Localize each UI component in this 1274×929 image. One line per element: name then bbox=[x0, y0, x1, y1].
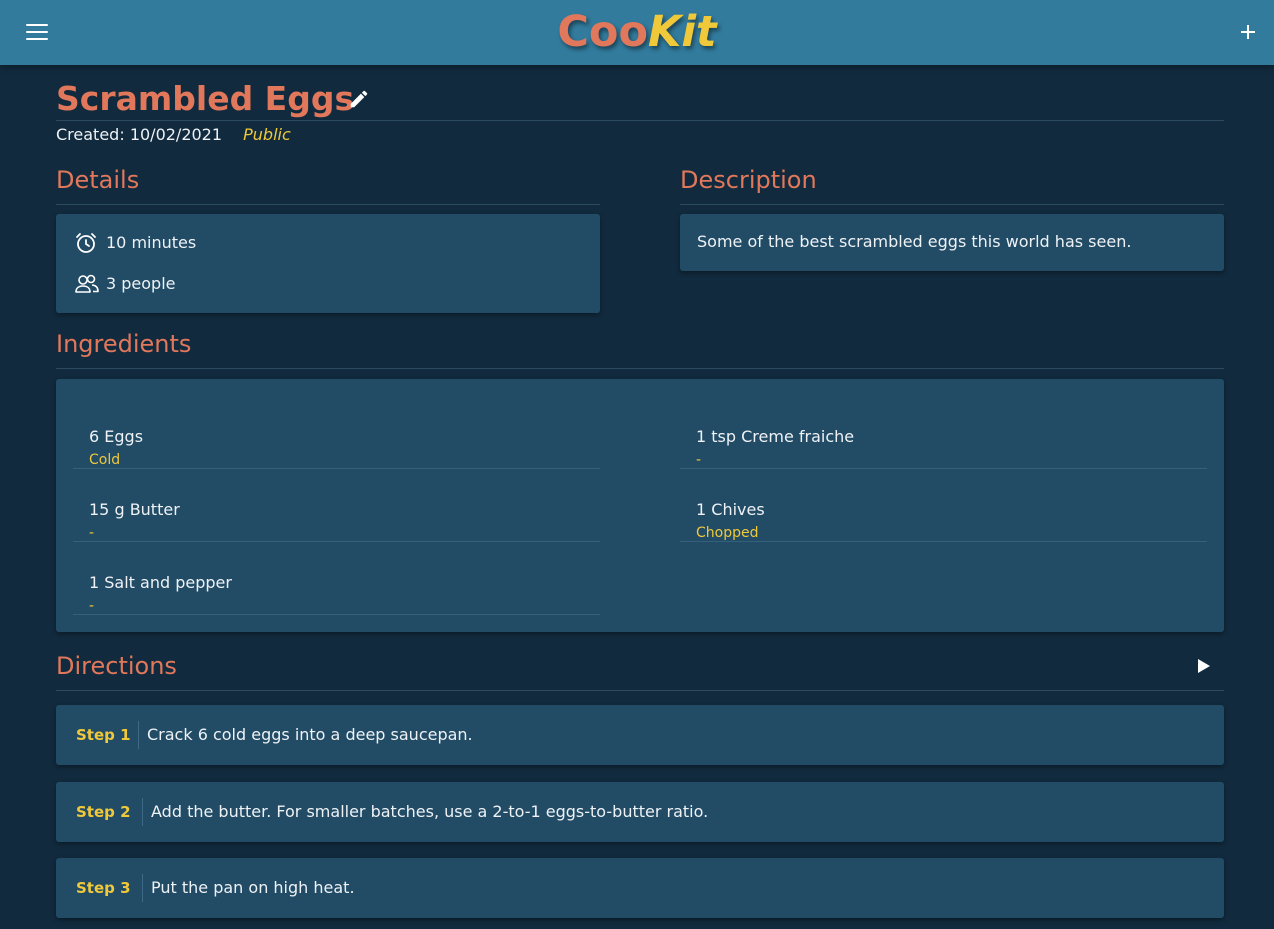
description-text: Some of the best scrambled eggs this wor… bbox=[697, 232, 1132, 251]
step-divider bbox=[142, 798, 143, 826]
ingredient-item: 1 Salt and pepper - bbox=[73, 542, 600, 615]
servings-value: 3 people bbox=[106, 274, 176, 293]
ingredient-name: 1 Salt and pepper bbox=[89, 573, 232, 592]
direction-step: Step 2 Add the butter. For smaller batch… bbox=[56, 782, 1224, 842]
ingredient-name: 6 Eggs bbox=[89, 427, 144, 446]
description-card: Some of the best scrambled eggs this wor… bbox=[680, 214, 1224, 271]
plus-icon[interactable] bbox=[1238, 22, 1258, 42]
direction-step: Step 1 Crack 6 cold eggs into a deep sau… bbox=[56, 705, 1224, 765]
ingredient-item: 1 tsp Creme fraiche - bbox=[680, 396, 1207, 469]
details-card: 10 minutes 3 people bbox=[56, 214, 600, 313]
ingredient-note: Chopped bbox=[696, 525, 759, 541]
ingredient-item: 15 g Butter - bbox=[73, 469, 600, 542]
ingredient-item: 6 Eggs Cold bbox=[73, 396, 600, 469]
step-label: Step 1 bbox=[76, 726, 131, 744]
ingredient-name: 1 tsp Creme fraiche bbox=[696, 427, 855, 446]
app-logo[interactable]: CooKit bbox=[0, 6, 1274, 58]
description-heading: Description bbox=[680, 165, 1224, 205]
time-value: 10 minutes bbox=[106, 233, 197, 252]
ingredients-heading: Ingredients bbox=[56, 329, 1224, 369]
people-icon bbox=[75, 274, 99, 293]
direction-step: Step 3 Put the pan on high heat. bbox=[56, 858, 1224, 918]
step-divider bbox=[142, 874, 143, 902]
step-label: Step 2 bbox=[76, 803, 131, 821]
ingredient-name: 1 Chives bbox=[696, 500, 765, 519]
ingredient-note: Cold bbox=[89, 452, 121, 468]
details-heading: Details bbox=[56, 165, 600, 205]
visibility-badge: Public bbox=[243, 125, 291, 144]
ingredients-card: 6 Eggs Cold 1 tsp Creme fraiche - 15 g B… bbox=[56, 379, 1224, 632]
created-date: 10/02/2021 bbox=[129, 125, 223, 144]
ingredient-note: - bbox=[89, 598, 95, 614]
top-app-bar: CooKit bbox=[0, 0, 1274, 65]
pencil-icon[interactable] bbox=[348, 88, 370, 110]
ingredient-name: 15 g Butter bbox=[89, 500, 180, 519]
ingredient-item: 1 Chives Chopped bbox=[680, 469, 1207, 542]
directions-heading: Directions bbox=[56, 651, 1224, 691]
step-text: Crack 6 cold eggs into a deep saucepan. bbox=[147, 725, 473, 744]
play-icon[interactable] bbox=[1197, 658, 1211, 674]
alarm-clock-icon bbox=[76, 233, 96, 253]
created-label: Created: bbox=[56, 125, 125, 144]
step-text: Put the pan on high heat. bbox=[151, 878, 355, 897]
ingredient-note: - bbox=[89, 525, 95, 541]
step-label: Step 3 bbox=[76, 879, 131, 897]
ingredient-note: - bbox=[696, 452, 702, 468]
recipe-meta: Created: 10/02/2021 Public bbox=[56, 126, 291, 144]
step-divider bbox=[138, 721, 139, 749]
recipe-title: Scrambled Eggs bbox=[56, 79, 355, 118]
recipe-title-row: Scrambled Eggs bbox=[56, 78, 1224, 121]
step-text: Add the butter. For smaller batches, use… bbox=[151, 802, 709, 821]
